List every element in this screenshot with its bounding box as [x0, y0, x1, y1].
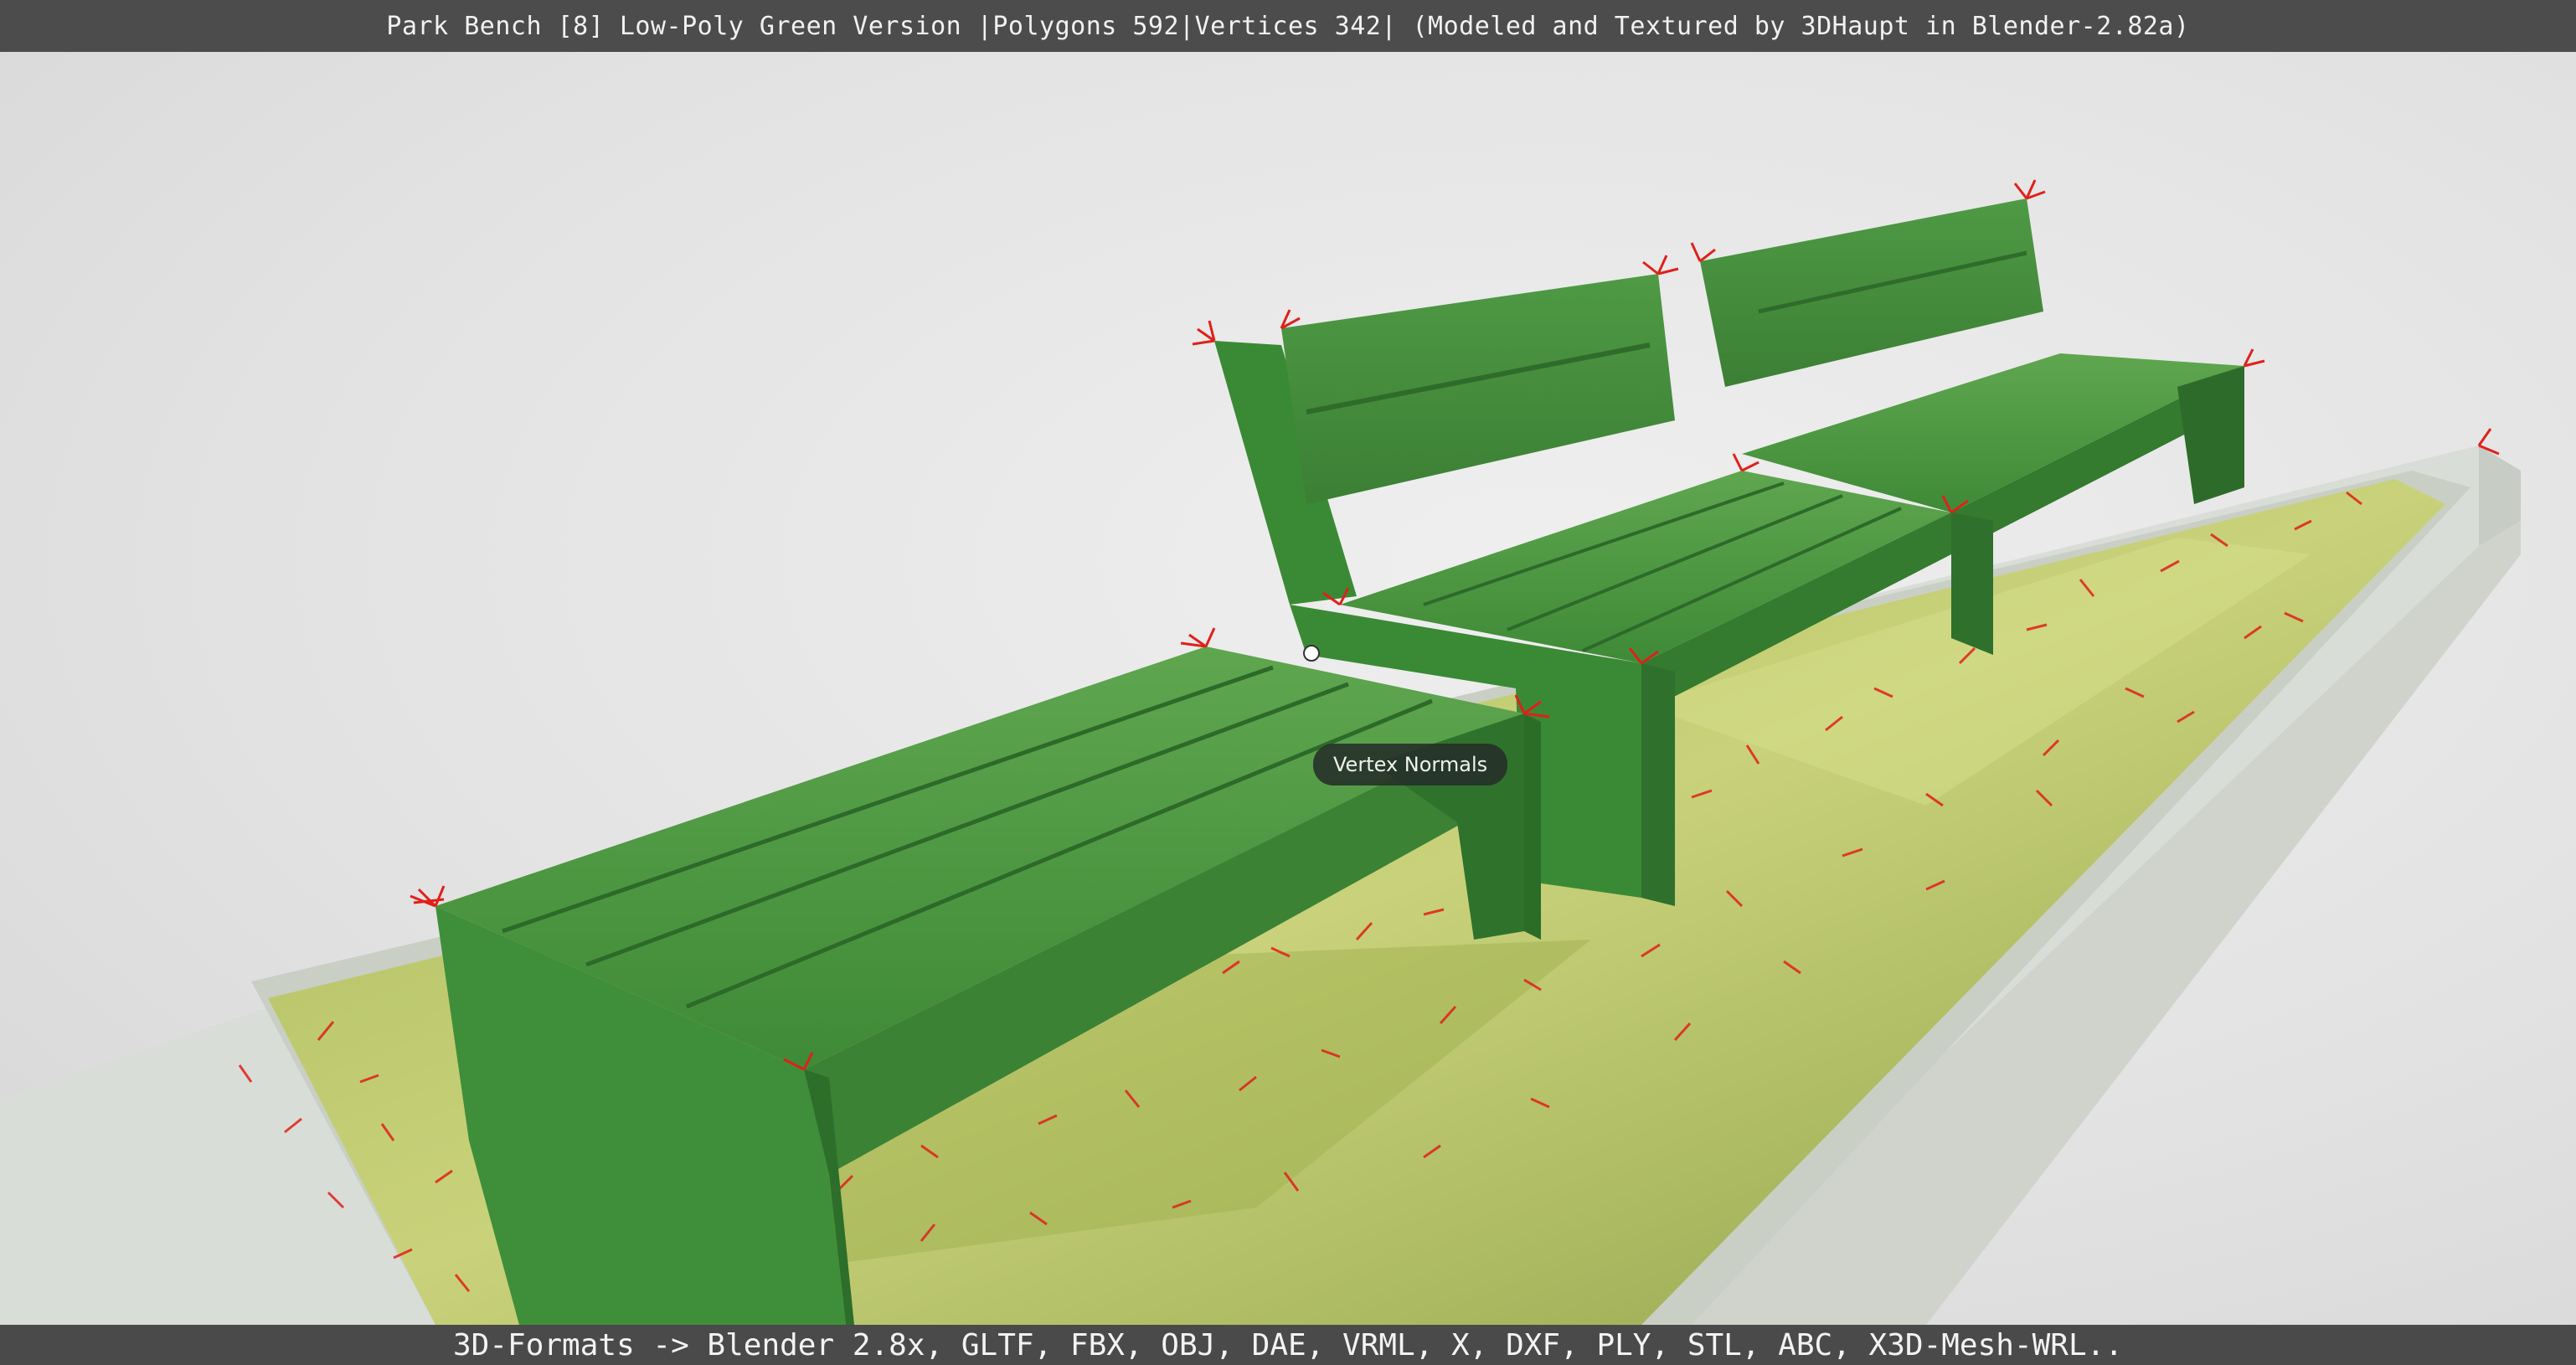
- formats-bar: 3D-Formats -> Blender 2.8x, GLTF, FBX, O…: [0, 1325, 2576, 1365]
- scene-render: [0, 179, 2521, 1325]
- tooltip-label: Vertex Normals: [1333, 753, 1488, 776]
- hand-cursor-icon: [1303, 645, 1320, 662]
- formats-text: 3D-Formats -> Blender 2.8x, GLTF, FBX, O…: [453, 1327, 2123, 1362]
- model-title: Park Bench [8] Low-Poly Green Version |P…: [386, 11, 2190, 41]
- 3d-viewport[interactable]: Vertex Normals: [0, 52, 2576, 1325]
- vertex-normals-tooltip: Vertex Normals: [1313, 744, 1508, 786]
- title-bar: Park Bench [8] Low-Poly Green Version |P…: [0, 0, 2576, 52]
